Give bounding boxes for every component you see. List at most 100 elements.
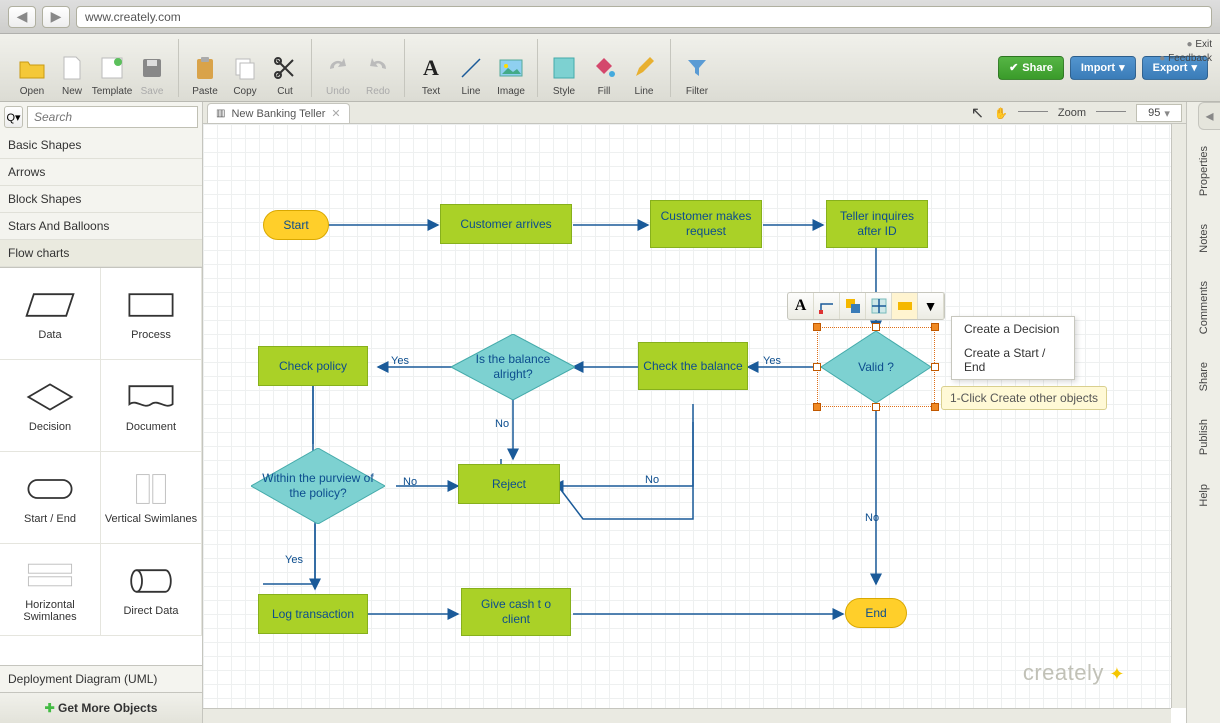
context-menu[interactable]: Create a Decision Create a Start / End — [951, 316, 1075, 380]
node-valid[interactable]: Valid ? — [821, 331, 931, 403]
zoom-value[interactable]: 95 ▾ — [1136, 104, 1182, 122]
rail-notes[interactable]: Notes — [1198, 210, 1210, 267]
rail-publish[interactable]: Publish — [1198, 405, 1210, 469]
node-log-transaction[interactable]: Log transaction — [258, 594, 368, 634]
shape-direct-data[interactable]: Direct Data — [101, 544, 202, 636]
edge-label: Yes — [763, 355, 781, 367]
main-toolbar: Exit Feedback Open New Template Save Pas… — [0, 34, 1220, 102]
vertical-scrollbar[interactable] — [1171, 124, 1186, 708]
new-button[interactable]: New — [52, 43, 92, 97]
node-customer-request[interactable]: Customer makes request — [650, 200, 762, 248]
shape-hswimlanes[interactable]: Horizontal Swimlanes — [0, 544, 101, 636]
pointer-tool[interactable]: ↖ — [971, 103, 984, 123]
node-check-balance[interactable]: Check the balance — [638, 342, 748, 390]
paste-button[interactable]: Paste — [185, 43, 225, 97]
text-tool-button[interactable]: AText — [411, 43, 451, 97]
node-balance-ok[interactable]: Is the balance alright? — [451, 334, 575, 400]
image-tool-button[interactable]: Image — [491, 43, 531, 97]
url-bar[interactable]: www.creately.com — [76, 6, 1212, 28]
mini-more-icon[interactable]: ▼ — [918, 293, 944, 319]
filter-button[interactable]: Filter — [677, 43, 717, 97]
node-teller-inquires[interactable]: Teller inquires after ID — [826, 200, 928, 248]
mini-text-icon[interactable]: A — [788, 293, 814, 319]
cut-button[interactable]: Cut — [265, 43, 305, 97]
mini-connector-icon[interactable] — [814, 293, 840, 319]
save-button[interactable]: Save — [132, 43, 172, 97]
edge-label: No — [403, 476, 417, 488]
share-button[interactable]: ✔ Share — [998, 56, 1064, 80]
mini-table-icon[interactable] — [866, 293, 892, 319]
save-icon — [138, 54, 166, 82]
line-tool-button[interactable]: Line — [451, 43, 491, 97]
canvas-area: ▥ New Banking Teller ✕ ↖ ✋ Zoom 95 ▾ — [203, 102, 1186, 723]
redo-button[interactable]: Redo — [358, 43, 398, 97]
filter-icon — [683, 54, 711, 82]
template-icon — [98, 54, 126, 82]
shape-process[interactable]: Process — [101, 268, 202, 360]
category-stars-balloons[interactable]: Stars And Balloons — [0, 213, 202, 240]
mini-duplicate-icon[interactable] — [892, 293, 918, 319]
horizontal-scrollbar[interactable] — [203, 708, 1171, 723]
nav-forward-button[interactable]: ▶ — [42, 6, 70, 28]
copy-icon — [231, 54, 259, 82]
browser-bar: ◀ ▶ www.creately.com — [0, 0, 1220, 34]
node-within-policy[interactable]: Within the purview of the policy? — [251, 448, 385, 524]
category-basic-shapes[interactable]: Basic Shapes — [0, 132, 202, 159]
undo-icon — [324, 54, 352, 82]
node-reject[interactable]: Reject — [458, 464, 560, 504]
search-button[interactable]: Q▾ — [4, 106, 23, 128]
node-customer-arrives[interactable]: Customer arrives — [440, 204, 572, 244]
edge-label: No — [495, 418, 509, 430]
node-check-policy[interactable]: Check policy — [258, 346, 368, 386]
creately-logo: creately — [1023, 660, 1125, 686]
style-button[interactable]: Style — [544, 43, 584, 97]
zoom-label: Zoom — [1058, 107, 1086, 119]
feedback-link[interactable]: Feedback — [1159, 52, 1212, 66]
import-button[interactable]: Import ▾ — [1070, 56, 1136, 80]
ctx-create-decision[interactable]: Create a Decision — [952, 317, 1074, 341]
scissors-icon — [271, 54, 299, 82]
get-more-objects[interactable]: ✚ Get More Objects — [0, 692, 202, 723]
line-icon — [457, 54, 485, 82]
shape-vswimlanes[interactable]: Vertical Swimlanes — [101, 452, 202, 544]
node-mini-toolbar[interactable]: A ▼ — [787, 292, 945, 320]
copy-button[interactable]: Copy — [225, 43, 265, 97]
shape-document[interactable]: Document — [101, 360, 202, 452]
page-icon — [58, 54, 86, 82]
search-input[interactable] — [27, 106, 198, 128]
category-arrows[interactable]: Arrows — [0, 159, 202, 186]
rail-properties[interactable]: Properties — [1198, 132, 1210, 210]
edge-label: No — [865, 512, 879, 524]
rail-share[interactable]: Share — [1198, 348, 1210, 405]
ctx-create-start-end[interactable]: Create a Start / End — [952, 341, 1074, 379]
nav-back-button[interactable]: ◀ — [8, 6, 36, 28]
shape-data[interactable]: Data — [0, 268, 101, 360]
fill-icon — [590, 54, 618, 82]
edge-label: Yes — [285, 554, 303, 566]
style-icon — [550, 54, 578, 82]
rail-toggle[interactable]: ◂ — [1198, 102, 1220, 130]
category-flow-charts[interactable]: Flow charts — [0, 240, 202, 267]
open-button[interactable]: Open — [12, 43, 52, 97]
panel-footer-item[interactable]: Deployment Diagram (UML) — [0, 665, 202, 692]
rail-comments[interactable]: Comments — [1198, 267, 1210, 348]
template-button[interactable]: Template — [92, 43, 132, 97]
tooltip-one-click: 1-Click Create other objects — [941, 386, 1107, 410]
hand-tool[interactable]: ✋ — [994, 107, 1008, 120]
canvas[interactable]: Start Customer arrives Customer makes re… — [203, 124, 1171, 708]
line-style-button[interactable]: Line — [624, 43, 664, 97]
text-icon: A — [417, 54, 445, 82]
category-block-shapes[interactable]: Block Shapes — [0, 186, 202, 213]
rail-help[interactable]: Help — [1198, 470, 1210, 521]
shape-decision[interactable]: Decision — [0, 360, 101, 452]
undo-button[interactable]: Undo — [318, 43, 358, 97]
shape-start-end[interactable]: Start / End — [0, 452, 101, 544]
tab-close-button[interactable]: ✕ — [331, 107, 340, 120]
node-start[interactable]: Start — [263, 210, 329, 240]
node-give-cash[interactable]: Give cash t o client — [461, 588, 571, 636]
mini-arrange-icon[interactable] — [840, 293, 866, 319]
exit-link[interactable]: Exit — [1159, 38, 1212, 52]
node-end[interactable]: End — [845, 598, 907, 628]
fill-button[interactable]: Fill — [584, 43, 624, 97]
document-tab[interactable]: ▥ New Banking Teller ✕ — [207, 103, 350, 123]
